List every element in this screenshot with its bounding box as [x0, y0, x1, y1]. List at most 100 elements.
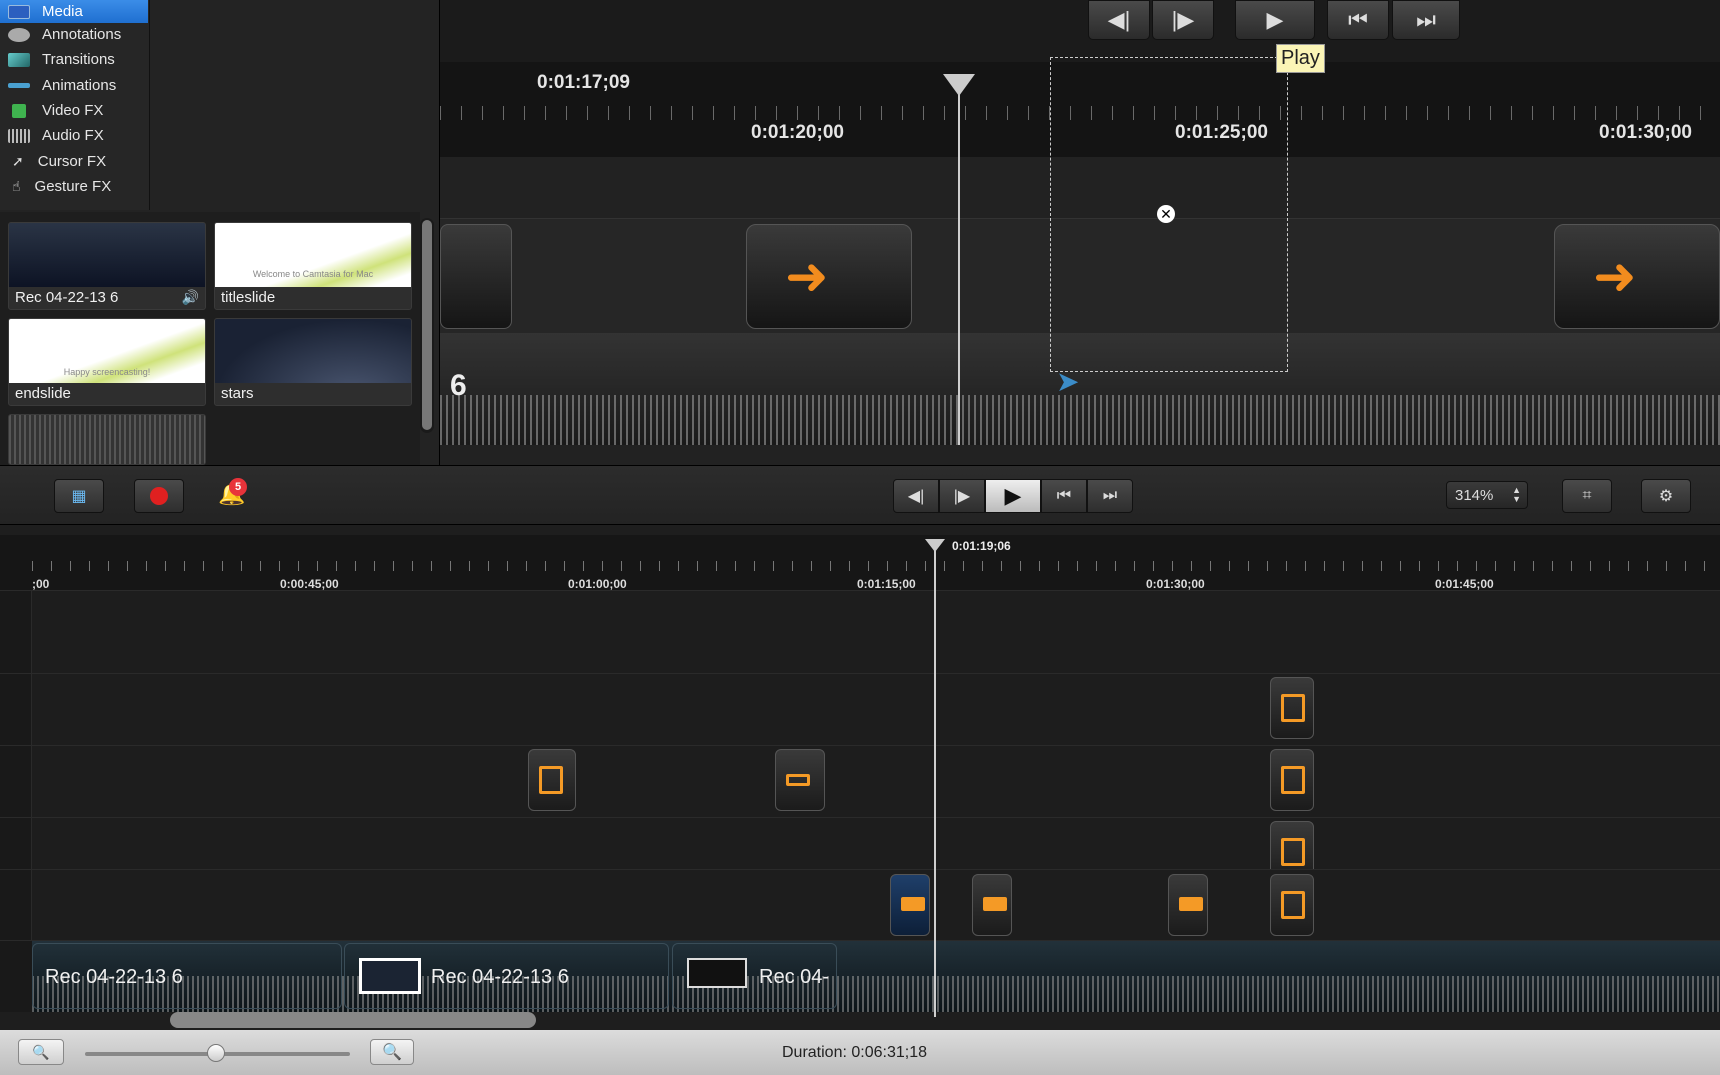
- media-thumb-stars[interactable]: stars: [214, 318, 412, 406]
- next-icon: ⏭: [1102, 487, 1118, 504]
- zoom-in-icon: 🔍: [382, 1044, 402, 1061]
- callout-clip[interactable]: [1270, 677, 1314, 739]
- arrow-icon: ➜: [785, 248, 829, 306]
- library-item-label: Cursor FX: [37, 153, 107, 170]
- media-thumb-audio[interactable]: [8, 414, 206, 465]
- left-panel: Media Annotations Transitions Animations…: [0, 0, 440, 465]
- ruler-label: 0:01:15;00: [857, 577, 916, 591]
- previous-icon: ⏮: [1348, 7, 1368, 32]
- ruler-label: ;00: [32, 577, 50, 591]
- timeline: ;00 0:00:45;00 0:01:00;00 0:01:15;00 0:0…: [0, 525, 1720, 1030]
- timeline-horizontal-scrollbar[interactable]: [170, 1012, 536, 1028]
- record-button[interactable]: [134, 479, 184, 513]
- library-item-gesturefx[interactable]: ☝ Gesture FX: [0, 175, 148, 198]
- transition-clip[interactable]: [1168, 874, 1208, 936]
- library-item-animations[interactable]: Animations: [0, 74, 148, 97]
- timeline-track-4: [0, 869, 1720, 940]
- track-controls[interactable]: [0, 870, 32, 940]
- canvas-playhead[interactable]: [958, 85, 960, 445]
- library-item-cursorfx[interactable]: ➚ Cursor FX: [0, 150, 148, 173]
- zoom-value: 314%: [1455, 486, 1494, 504]
- library-item-videofx[interactable]: Video FX: [0, 99, 148, 122]
- library-item-transitions[interactable]: Transitions: [0, 48, 148, 71]
- library-item-audiofx[interactable]: Audio FX: [0, 124, 148, 147]
- crop-button[interactable]: ⌗: [1562, 479, 1612, 513]
- media-clip-label: Rec 04-22-13 6: [45, 966, 183, 988]
- step-back-button[interactable]: ◀|: [893, 479, 939, 513]
- zoomed-timeline-view: ◀| |▶ ▶ ⏮ ⏭ 0:01:17;09 0:01:20;00 0:01:2…: [440, 0, 1720, 465]
- transition-clip[interactable]: [972, 874, 1012, 936]
- zoom-in-button[interactable]: 🔍: [370, 1039, 414, 1065]
- media-clip[interactable]: Rec 04-: [672, 943, 837, 1009]
- media-clip-label: Rec 04-: [759, 966, 830, 988]
- thumb-image: [215, 319, 411, 383]
- callout-clip[interactable]: [775, 749, 825, 811]
- zoom-select[interactable]: 314% ▲ ▼: [1446, 481, 1528, 509]
- step-back-icon: ◀|: [907, 488, 925, 505]
- library-item-label: Video FX: [42, 102, 104, 119]
- transition-clip[interactable]: ➜: [1554, 224, 1720, 329]
- media-thumb-titleslide[interactable]: Welcome to Camtasia for Mac titleslide: [214, 222, 412, 310]
- waveform: [440, 395, 1720, 445]
- play-tooltip: Play: [1276, 44, 1325, 73]
- step-forward-button[interactable]: |▶: [1152, 0, 1214, 40]
- timeline-playhead-time: 0:01:19;06: [952, 539, 1011, 553]
- transition-clip[interactable]: ➜: [746, 224, 912, 329]
- ruler-label: 0:01:45;00: [1435, 577, 1494, 591]
- record-icon: [150, 487, 168, 505]
- timeline-ruler[interactable]: ;00 0:00:45;00 0:01:00;00 0:01:15;00 0:0…: [0, 535, 1720, 591]
- media-clip-label: Rec 04-22-13 6: [431, 966, 569, 988]
- media-bin: Rec 04-22-13 6 🔊 Welcome to Camtasia for…: [0, 212, 420, 465]
- toolbar: ▦ 🔔 5 ◀| |▶ ▶ ⏮ ⏭ 314% ▲▼ ⌗ ⚙: [0, 465, 1720, 525]
- gesture-icon: ☝: [12, 178, 21, 194]
- media-bin-scrollbar[interactable]: [420, 218, 434, 433]
- library-item-label: Media: [42, 3, 83, 20]
- ruler-label: 0:01:00;00: [568, 577, 627, 591]
- transition-clip[interactable]: [890, 874, 930, 936]
- canvas-playhead-time: 0:01:17;09: [537, 72, 630, 93]
- settings-button[interactable]: ⚙: [1641, 479, 1691, 513]
- media-browser-button[interactable]: ▦: [54, 479, 104, 513]
- status-bar: 🔍 🔍 Duration: 0:06:31;18: [0, 1030, 1720, 1075]
- play-button[interactable]: ▶: [985, 479, 1041, 513]
- step-back-button[interactable]: ◀|: [1088, 0, 1150, 40]
- clip-thumbnail: [359, 958, 421, 994]
- callout-clip[interactable]: [1270, 874, 1314, 936]
- callout-clip[interactable]: [528, 749, 576, 811]
- gear-icon: ⚙: [1658, 488, 1674, 505]
- media-thumb-rec[interactable]: Rec 04-22-13 6 🔊: [8, 222, 206, 310]
- timeline-playhead-marker[interactable]: [925, 539, 945, 552]
- stepper-icon: ▲ ▼: [1512, 485, 1521, 504]
- canvas-ruler-label: 0:01:20;00: [751, 122, 844, 143]
- callout-clip[interactable]: [1270, 749, 1314, 811]
- track-number: 6: [450, 369, 467, 402]
- media-thumb-endslide[interactable]: Happy screencasting! endslide: [8, 318, 206, 406]
- library-list: Media Annotations Transitions Animations…: [0, 0, 150, 210]
- close-icon[interactable]: ✕: [1157, 205, 1175, 223]
- ruler-label: 0:00:45;00: [280, 577, 339, 591]
- library-item-annotations[interactable]: Annotations: [0, 23, 148, 46]
- canvas-topbar: ◀| |▶ ▶ ⏮ ⏭: [440, 0, 1720, 62]
- library-item-label: Transitions: [42, 51, 115, 68]
- zoom-out-button[interactable]: 🔍: [18, 1039, 64, 1065]
- previous-button[interactable]: ⏮: [1327, 0, 1389, 40]
- step-forward-button[interactable]: |▶: [939, 479, 985, 513]
- play-icon: ▶: [1266, 7, 1284, 32]
- track-controls[interactable]: [0, 746, 32, 817]
- timeline-playhead[interactable]: [934, 547, 936, 1017]
- next-button[interactable]: ⏭: [1087, 479, 1133, 513]
- play-button[interactable]: ▶: [1235, 0, 1315, 40]
- notification-badge: 5: [229, 478, 247, 496]
- next-button[interactable]: ⏭: [1392, 0, 1460, 40]
- canvas-playhead-marker[interactable]: [943, 74, 975, 96]
- track-controls[interactable]: [0, 674, 32, 745]
- media-clip[interactable]: Rec 04-22-13 6: [32, 943, 342, 1009]
- duration-label: Duration: 0:06:31;18: [782, 1044, 927, 1061]
- zoom-slider-knob[interactable]: [207, 1044, 225, 1062]
- previous-button[interactable]: ⏮: [1041, 479, 1087, 513]
- library-item-media[interactable]: Media: [0, 0, 148, 23]
- transition-clip[interactable]: [440, 224, 512, 329]
- media-clip[interactable]: Rec 04-22-13 6: [344, 943, 669, 1009]
- step-forward-icon: |▶: [1171, 7, 1195, 32]
- track-controls[interactable]: [0, 941, 32, 1012]
